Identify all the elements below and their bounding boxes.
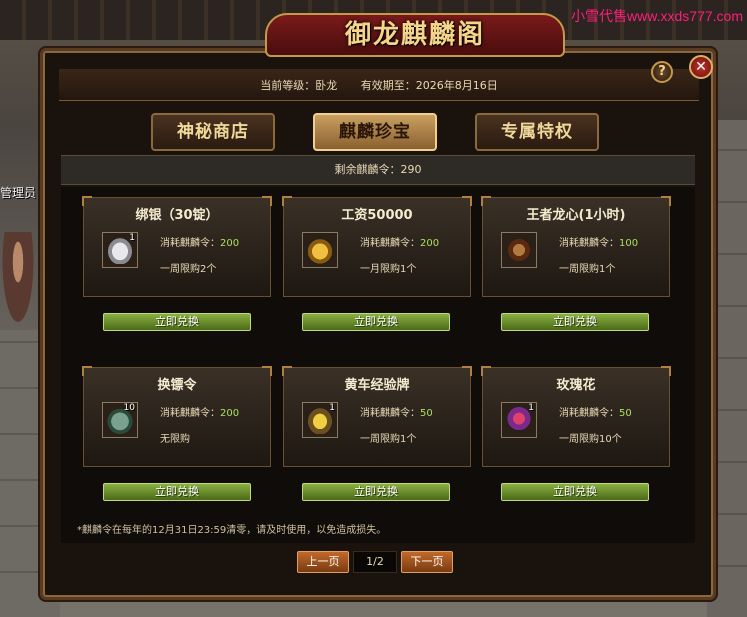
page-indicator: 1/2	[353, 551, 397, 573]
item-limit: 一周限购1个	[360, 434, 417, 445]
item-card: 换镖令 10 消耗麒麟令：200 无限购	[82, 366, 272, 467]
item-cost: 消耗麒麟令：200	[160, 238, 240, 249]
item-limit: 一周限购1个	[559, 264, 616, 275]
header-info: 当前等级：卧龙 有效期至：2026年8月16日	[59, 77, 699, 93]
next-page-button[interactable]: 下一页	[401, 551, 453, 573]
item-grid: 绑银（30锭） 1 消耗麒麟令：200 一周限购2个 工资50000 消耗麒麟令…	[61, 187, 695, 543]
item-limit: 无限购	[160, 434, 190, 445]
exchange-button[interactable]: 立即兑换	[302, 483, 450, 501]
item-qty: 1	[129, 233, 135, 243]
item-card: 工资50000 消耗麒麟令：200 一月限购1个	[282, 196, 472, 297]
pagination: 上一页 1/2 下一页	[297, 551, 457, 575]
item-cost: 消耗麒麟令：200	[160, 408, 240, 419]
item-cost: 消耗麒麟令：50	[559, 408, 632, 419]
exchange-button[interactable]: 立即兑换	[103, 483, 251, 501]
window-title-plate: 御龙麒麟阁	[265, 13, 565, 57]
item-name: 黄车经验牌	[344, 378, 410, 393]
silver-ingot-icon[interactable]: 1	[102, 232, 138, 268]
item-qty: 1	[329, 403, 335, 413]
item-card: 绑银（30锭） 1 消耗麒麟令：200 一周限购2个	[82, 196, 272, 297]
seller-watermark: 小雪代售www.xxds777.com	[571, 8, 743, 24]
tab-bar: 神秘商店 麒麟珍宝 专属特权	[151, 113, 611, 153]
window-title: 御龙麒麟阁	[344, 20, 485, 50]
item-name: 玫瑰花	[556, 378, 596, 393]
tab-mystery-shop[interactable]: 神秘商店	[151, 113, 275, 151]
prev-page-button[interactable]: 上一页	[297, 551, 349, 573]
close-button[interactable]: ✕	[689, 55, 713, 79]
exchange-button[interactable]: 立即兑换	[501, 313, 649, 331]
item-qty: 10	[123, 403, 135, 413]
exchange-button[interactable]: 立即兑换	[501, 483, 649, 501]
exchange-button[interactable]: 立即兑换	[103, 313, 251, 331]
help-button[interactable]: ?	[651, 61, 673, 83]
tab-qilin-treasures[interactable]: 麒麟珍宝	[313, 113, 437, 151]
shop-window: 当前等级：卧龙 有效期至：2026年8月16日 ? ✕ 神秘商店 麒麟珍宝 专属…	[40, 13, 716, 600]
yellow-cart-icon[interactable]: 1	[302, 402, 338, 438]
level-label: 当前等级：卧龙	[260, 79, 338, 92]
npc-character[interactable]	[0, 232, 36, 332]
item-limit: 一周限购2个	[160, 264, 217, 275]
reset-notice: *麒麟令在每年的12月31日23:59清零，请及时使用，以免造成损失。	[77, 525, 387, 536]
escort-token-icon[interactable]: 10	[102, 402, 138, 438]
item-cost: 消耗麒麟令：200	[360, 238, 440, 249]
item-card: 王者龙心(1小时) 消耗麒麟令：100 一周限购1个	[481, 196, 671, 297]
header-band: 当前等级：卧龙 有效期至：2026年8月16日	[59, 69, 699, 101]
item-qty: 1	[528, 403, 534, 413]
npc-name-label: 管理员	[0, 186, 37, 200]
item-card: 黄车经验牌 1 消耗麒麟令：50 一周限购1个	[282, 366, 472, 467]
tab-exclusive-privileges[interactable]: 专属特权	[475, 113, 599, 151]
item-cost: 消耗麒麟令：50	[360, 408, 433, 419]
expiry-label: 有效期至：2026年8月16日	[360, 79, 498, 92]
exchange-button[interactable]: 立即兑换	[302, 313, 450, 331]
item-limit: 一月限购1个	[360, 264, 417, 275]
rose-icon[interactable]: 1	[501, 402, 537, 438]
dragon-heart-icon[interactable]	[501, 232, 537, 268]
item-limit: 一周限购10个	[559, 434, 622, 445]
item-card: 玫瑰花 1 消耗麒麟令：50 一周限购10个	[481, 366, 671, 467]
gold-coins-icon[interactable]	[302, 232, 338, 268]
item-cost: 消耗麒麟令：100	[559, 238, 639, 249]
item-name: 绑银（30锭）	[135, 208, 219, 223]
remaining-tokens: 剩余麒麟令：290	[61, 155, 695, 185]
item-name: 王者龙心(1小时)	[526, 208, 626, 223]
item-name: 换镖令	[157, 378, 197, 393]
item-name: 工资50000	[341, 208, 413, 223]
